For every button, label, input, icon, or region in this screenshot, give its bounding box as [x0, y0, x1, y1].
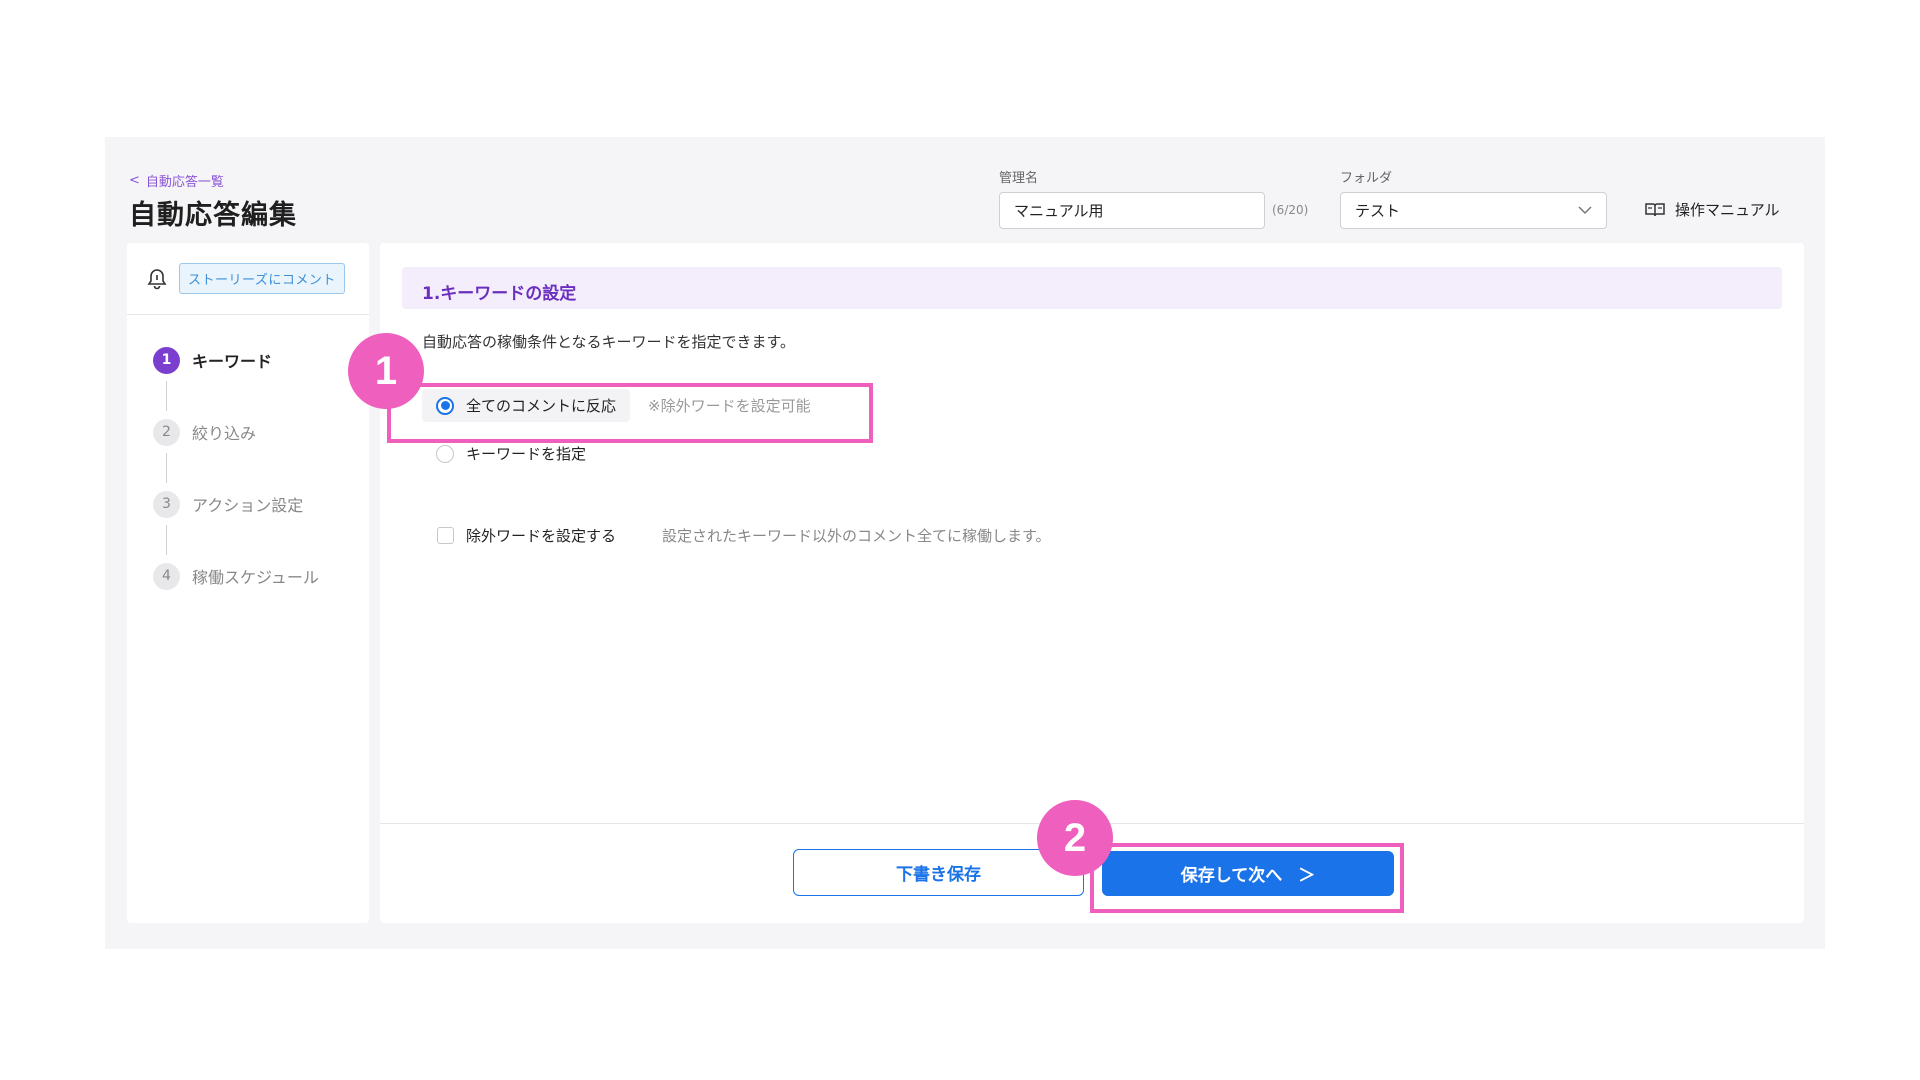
manual-link[interactable]: 操作マニュアル [1645, 199, 1780, 220]
radio-keyword[interactable]: キーワードを指定 [436, 443, 586, 464]
name-label: 管理名 [999, 171, 1039, 186]
section-title: 1.キーワードの設定 [402, 267, 1782, 309]
step-label: アクション設定 [192, 496, 304, 515]
highlight-box-1 [387, 383, 873, 443]
annotation-marker-2: 2 [1037, 800, 1113, 876]
step-number: 3 [153, 490, 180, 518]
sidebar: ストーリーズにコメント 1 キーワード 2 絞り込み 3 アクション設定 4 稼… [127, 243, 369, 923]
highlight-box-2 [1090, 843, 1404, 913]
step-label: 絞り込み [192, 424, 257, 443]
exclude-words-checkbox[interactable] [437, 527, 454, 544]
breadcrumb[interactable]: < 自動応答一覧 [129, 171, 224, 190]
folder-value: テスト [1355, 202, 1401, 220]
type-badge: ストーリーズにコメント [179, 263, 345, 294]
chevron-down-icon [1578, 204, 1592, 218]
chevron-left-icon: < [129, 173, 140, 188]
step-label: 稼働スケジュール [192, 568, 319, 587]
section-description: 自動応答の稼働条件となるキーワードを指定できます。 [422, 333, 796, 351]
manual-link-label: 操作マニュアル [1675, 201, 1780, 219]
exclude-words-description: 設定されたキーワード以外のコメント全てに稼働します。 [662, 527, 1051, 545]
step-list: 1 キーワード 2 絞り込み 3 アクション設定 4 稼働スケジュール [127, 315, 369, 591]
exclude-words-label: 除外ワードを設定する [466, 527, 617, 545]
header: < 自動応答一覧 自動応答編集 管理名 (6/20) フォルダ テスト 操作マニ… [105, 137, 1825, 242]
page-title: 自動応答編集 [129, 200, 297, 231]
book-icon [1645, 202, 1665, 216]
step-keyword[interactable]: 1 キーワード [153, 345, 369, 375]
step-schedule[interactable]: 4 稼働スケジュール [153, 561, 369, 591]
folder-select[interactable]: テスト [1340, 192, 1607, 229]
step-number: 4 [153, 562, 180, 590]
step-filter[interactable]: 2 絞り込み [153, 417, 369, 447]
step-action[interactable]: 3 アクション設定 [153, 489, 369, 519]
annotation-marker-1: 1 [348, 333, 424, 409]
folder-label: フォルダ [1340, 171, 1393, 186]
radio-button[interactable] [436, 444, 454, 463]
step-number: 1 [153, 346, 180, 374]
step-connector [166, 453, 167, 483]
app-window: < 自動応答一覧 自動応答編集 管理名 (6/20) フォルダ テスト 操作マニ… [105, 137, 1825, 949]
name-counter: (6/20) [1272, 203, 1309, 217]
step-connector [166, 381, 167, 411]
sidebar-top: ストーリーズにコメント [127, 243, 369, 315]
save-draft-button[interactable]: 下書き保存 [793, 849, 1084, 896]
radio-keyword-label: キーワードを指定 [466, 445, 587, 463]
exclude-words-checkbox-row[interactable]: 除外ワードを設定する 設定されたキーワード以外のコメント全てに稼働します。 [437, 525, 1051, 546]
step-connector [166, 525, 167, 555]
bell-icon [147, 268, 167, 289]
name-input[interactable] [999, 192, 1265, 229]
step-label: キーワード [192, 352, 273, 371]
breadcrumb-link[interactable]: 自動応答一覧 [146, 171, 224, 190]
step-number: 2 [153, 418, 180, 446]
